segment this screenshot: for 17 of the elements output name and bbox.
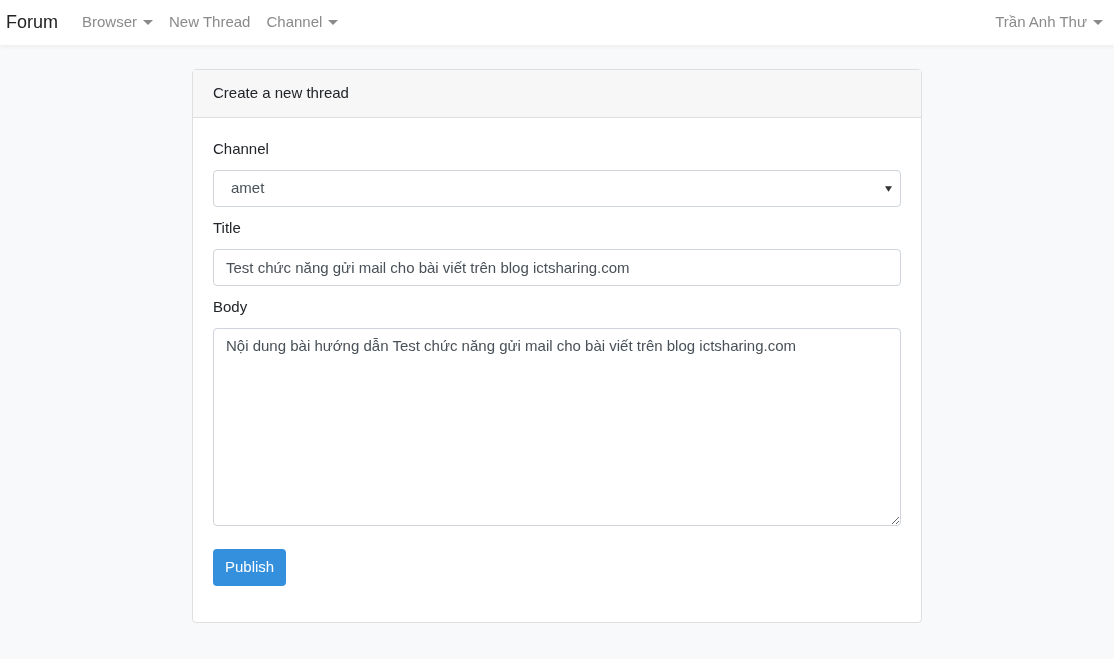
field-label: Body (213, 297, 249, 317)
nav-dropdown[interactable]: Browser (74, 11, 162, 34)
card-title: Create a new thread (213, 83, 349, 104)
nav-link[interactable]: New Thread (161, 11, 259, 34)
publish-button[interactable]: Publish (213, 549, 287, 586)
nav-dropdown[interactable]: Channel (258, 11, 347, 34)
body-textarea[interactable]: Nội dung bài hướng dẫn Test chức năng gửi mail cho bài viết trên blog ictsharing.com (213, 328, 901, 526)
title-input[interactable]: Test chức năng gửi mail cho bài viết trên blog ictsharing.com (213, 249, 901, 286)
caret-icon (885, 185, 892, 192)
brand-link[interactable]: Forum (6, 9, 58, 36)
caret-icon (328, 20, 339, 25)
nav-dropdown[interactable]: Trần Anh Thư (987, 11, 1111, 34)
field-label: Title (213, 218, 242, 238)
caret-icon (143, 20, 154, 25)
caret-icon (1093, 20, 1103, 25)
channel-select[interactable]: amet (213, 170, 901, 207)
field-label: Channel (213, 139, 270, 159)
